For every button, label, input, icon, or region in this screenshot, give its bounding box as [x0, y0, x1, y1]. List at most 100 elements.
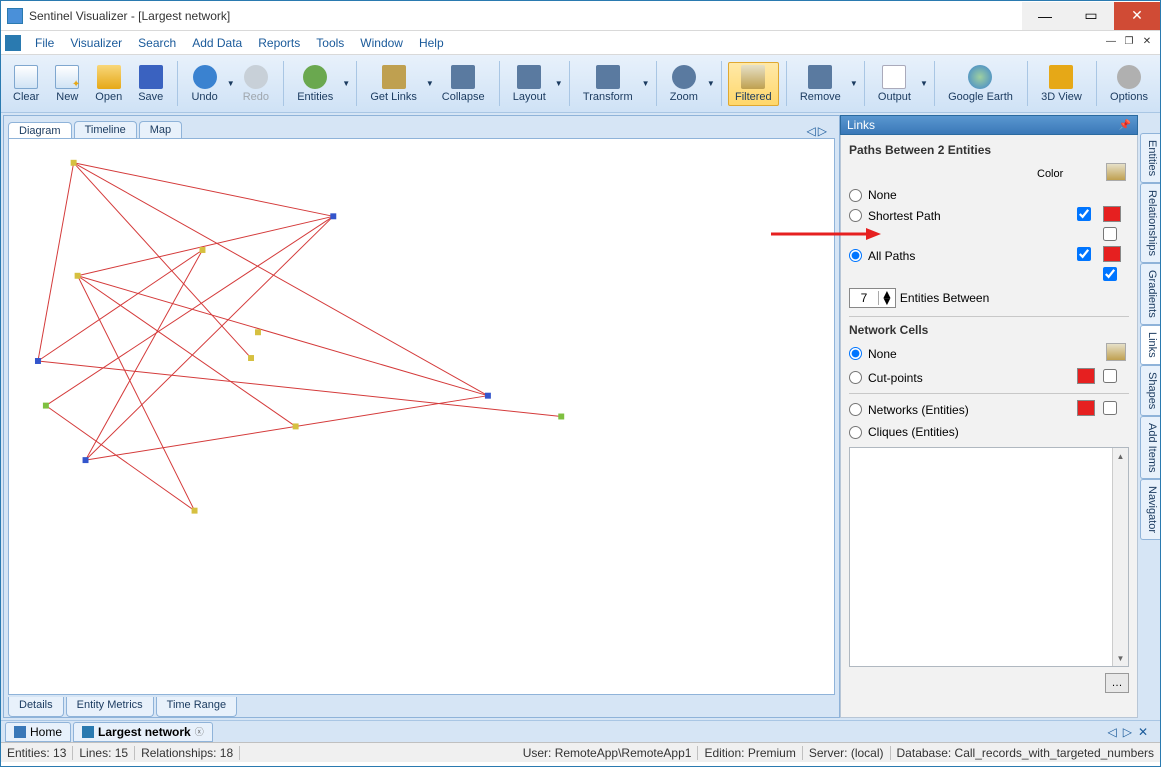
- radio-none[interactable]: [849, 189, 862, 202]
- tab-details[interactable]: Details: [8, 697, 64, 717]
- mdi-minimize-icon[interactable]: —: [1104, 34, 1118, 48]
- chevron-down-icon[interactable]: ▼: [642, 79, 650, 88]
- chevron-down-icon[interactable]: ▼: [227, 79, 235, 88]
- scrollbar[interactable]: ▲▼: [1112, 448, 1128, 666]
- radio-shortest[interactable]: [849, 209, 862, 222]
- clear-button[interactable]: Clear: [6, 62, 46, 106]
- undo-button[interactable]: Undo: [184, 62, 224, 106]
- doctab-scroll-left-icon[interactable]: ◁: [1107, 725, 1116, 739]
- menu-add-data[interactable]: Add Data: [184, 34, 250, 52]
- more-button[interactable]: …: [1105, 673, 1129, 693]
- scroll-up-icon[interactable]: ▲: [1113, 448, 1128, 464]
- doctab-close-icon[interactable]: ✕: [1138, 725, 1148, 739]
- tab-map[interactable]: Map: [139, 121, 182, 138]
- all-color-swatch[interactable]: [1103, 246, 1121, 262]
- menu-reports[interactable]: Reports: [250, 34, 308, 52]
- minimize-button[interactable]: —: [1022, 2, 1068, 30]
- open-icon: [97, 65, 121, 89]
- menu-search[interactable]: Search: [130, 34, 184, 52]
- save-button[interactable]: Save: [131, 62, 170, 106]
- filter-icon: [741, 65, 765, 89]
- collapse-button[interactable]: Collapse: [435, 62, 492, 106]
- doctab-largest-network[interactable]: Largest networkⓧ: [73, 722, 213, 742]
- maximize-button[interactable]: ▭: [1068, 2, 1114, 30]
- output-button[interactable]: Output: [871, 62, 918, 106]
- chevron-down-icon[interactable]: ▼: [707, 79, 715, 88]
- cells-heading: Network Cells: [849, 323, 1129, 337]
- pin-icon[interactable]: 📌: [1119, 120, 1131, 131]
- links-panel-body: Paths Between 2 Entities Color None Shor…: [840, 135, 1138, 718]
- menu-help[interactable]: Help: [411, 34, 452, 52]
- diagram-canvas[interactable]: [8, 138, 835, 695]
- filtered-button[interactable]: Filtered: [728, 62, 779, 106]
- chevron-down-icon[interactable]: ▼: [850, 79, 858, 88]
- doctab-home[interactable]: Home: [5, 722, 71, 742]
- open-button[interactable]: Open: [88, 62, 129, 106]
- scroll-down-icon[interactable]: ▼: [1113, 650, 1128, 666]
- radio-cutpoints[interactable]: [849, 371, 862, 384]
- close-tab-icon[interactable]: ⓧ: [195, 725, 204, 738]
- side-tab-navigator[interactable]: Navigator: [1140, 479, 1160, 540]
- options-button[interactable]: Options: [1103, 62, 1155, 106]
- side-tab-links[interactable]: Links: [1140, 325, 1160, 365]
- google-earth-button[interactable]: Google Earth: [941, 62, 1020, 106]
- new-button[interactable]: New: [48, 62, 86, 106]
- network-graph[interactable]: [9, 139, 834, 694]
- filter-icon[interactable]: [1106, 163, 1126, 181]
- chevron-down-icon[interactable]: ▼: [555, 79, 563, 88]
- tab-diagram[interactable]: Diagram: [8, 122, 72, 139]
- tab-time-range[interactable]: Time Range: [156, 697, 238, 717]
- radio-cliques[interactable]: [849, 426, 862, 439]
- radio-networks[interactable]: [849, 403, 862, 416]
- entities-button[interactable]: Entities: [290, 62, 340, 106]
- mdi-restore-icon[interactable]: ❐: [1122, 34, 1136, 48]
- radio-cells-none[interactable]: [849, 347, 862, 360]
- cutpoints-filter-checkbox[interactable]: [1103, 369, 1117, 383]
- side-tab-add-items[interactable]: Add Items: [1140, 416, 1160, 480]
- doctab-scroll-right-icon[interactable]: ▷: [1123, 725, 1132, 739]
- spin-down-icon[interactable]: ▼: [879, 298, 895, 305]
- side-tab-shapes[interactable]: Shapes: [1140, 365, 1160, 416]
- layout-button[interactable]: Layout: [506, 62, 553, 106]
- transform-icon: [596, 65, 620, 89]
- cutpoints-color-swatch[interactable]: [1077, 368, 1095, 384]
- status-entities: Entities: 13: [1, 746, 73, 760]
- all-color-checkbox[interactable]: [1077, 247, 1091, 261]
- entities-between-input[interactable]: [850, 291, 878, 305]
- zoom-button[interactable]: Zoom: [663, 62, 705, 106]
- close-button[interactable]: ✕: [1114, 2, 1160, 30]
- shortest-color-swatch[interactable]: [1103, 206, 1121, 222]
- tab-timeline[interactable]: Timeline: [74, 121, 137, 138]
- chevron-down-icon[interactable]: ▼: [342, 79, 350, 88]
- networks-filter-checkbox[interactable]: [1103, 401, 1117, 415]
- get-links-button[interactable]: Get Links: [363, 62, 423, 106]
- filter-icon[interactable]: [1106, 343, 1126, 361]
- networks-color-swatch[interactable]: [1077, 400, 1095, 416]
- output-icon: [882, 65, 906, 89]
- tab-scroll-left-icon[interactable]: ◁: [807, 124, 816, 138]
- remove-button[interactable]: Remove: [793, 62, 848, 106]
- results-listbox[interactable]: ▲▼: [849, 447, 1129, 667]
- side-tab-relationships[interactable]: Relationships: [1140, 183, 1160, 263]
- menu-file[interactable]: File: [27, 34, 62, 52]
- transform-button[interactable]: Transform: [576, 62, 640, 106]
- side-tab-entities[interactable]: Entities: [1140, 133, 1160, 183]
- globe-icon: [968, 65, 992, 89]
- chevron-down-icon[interactable]: ▼: [426, 79, 434, 88]
- status-edition: Edition: Premium: [698, 746, 802, 760]
- radio-none-row: None: [849, 186, 1037, 204]
- all-filter-checkbox[interactable]: [1103, 267, 1117, 281]
- shortest-filter-checkbox[interactable]: [1103, 227, 1117, 241]
- side-tab-gradients[interactable]: Gradients: [1140, 263, 1160, 325]
- entities-between-spinner[interactable]: ▲▼: [849, 288, 896, 308]
- mdi-close-icon[interactable]: ✕: [1140, 34, 1154, 48]
- 3d-view-button[interactable]: 3D View: [1034, 62, 1089, 106]
- menu-visualizer[interactable]: Visualizer: [62, 34, 130, 52]
- tab-scroll-right-icon[interactable]: ▷: [818, 124, 827, 138]
- radio-all-paths[interactable]: [849, 249, 862, 262]
- shortest-color-checkbox[interactable]: [1077, 207, 1091, 221]
- menu-tools[interactable]: Tools: [308, 34, 352, 52]
- chevron-down-icon[interactable]: ▼: [920, 79, 928, 88]
- tab-entity-metrics[interactable]: Entity Metrics: [66, 697, 154, 717]
- menu-window[interactable]: Window: [352, 34, 411, 52]
